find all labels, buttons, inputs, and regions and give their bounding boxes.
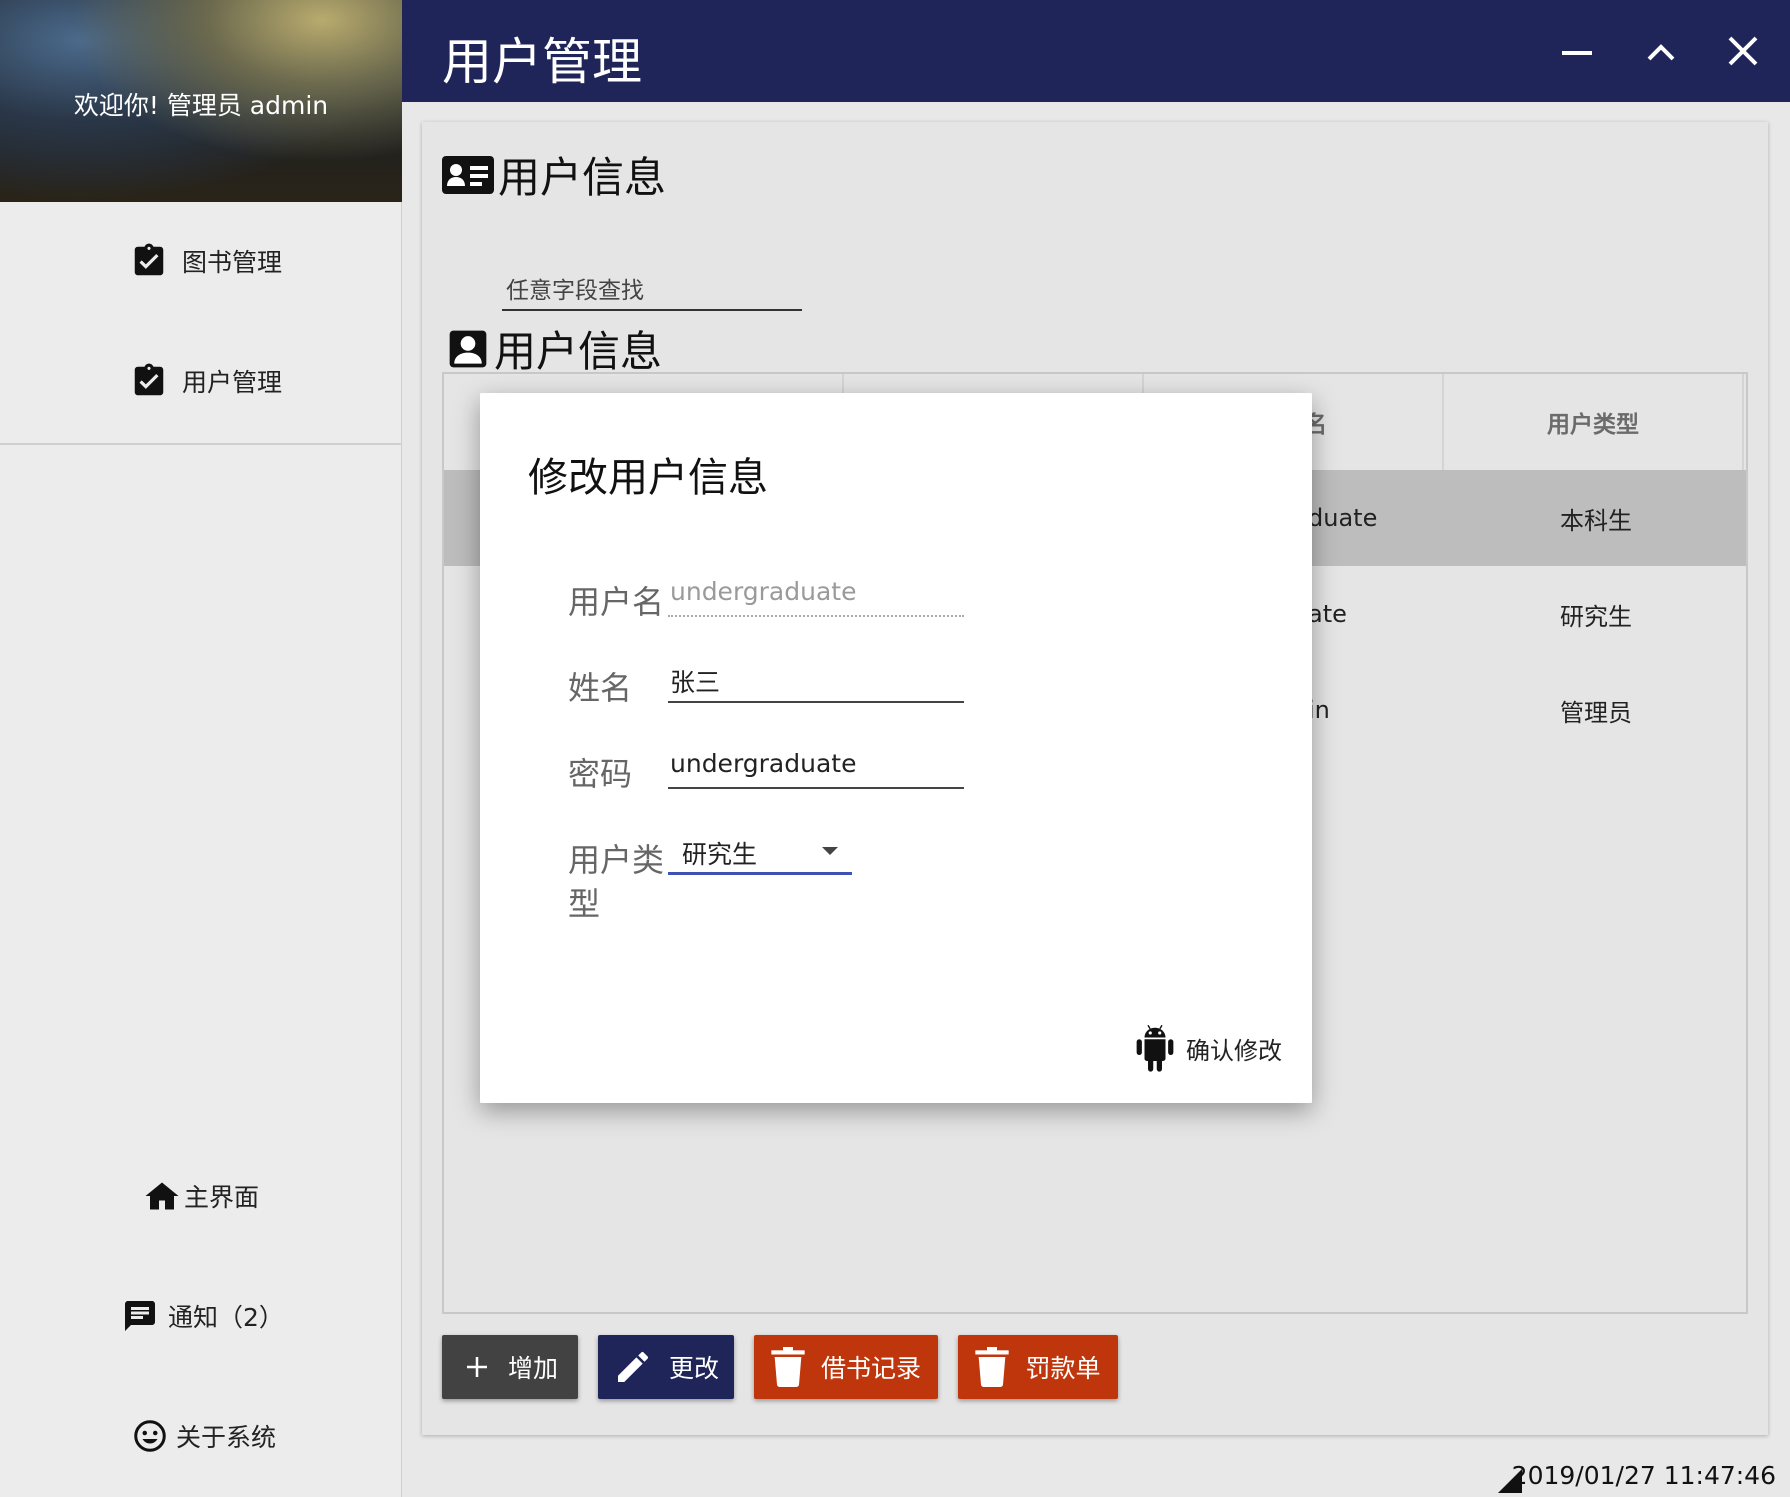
pencil-icon — [617, 1351, 648, 1382]
column-header-user-type[interactable]: 用户类型 — [1444, 374, 1744, 470]
edit-user-dialog: 修改用户信息 用户名 undergraduate 姓名 张三 密码 underg… — [480, 393, 1312, 1103]
close-button[interactable] — [1716, 24, 1770, 78]
confirm-edit-button[interactable]: 确认修改 — [1134, 1023, 1282, 1073]
sidebar-item-home[interactable]: 主界面 — [144, 1178, 259, 1214]
cell-name: ate — [1308, 600, 1347, 628]
minimize-button[interactable] — [1550, 24, 1604, 78]
add-button[interactable]: 增加 — [442, 1335, 578, 1399]
name-label: 姓名 — [568, 669, 633, 707]
edit-button[interactable]: 更改 — [598, 1335, 734, 1399]
search-input[interactable]: 任意字段查找 — [502, 267, 802, 311]
sidebar-item-book-management[interactable]: 图书管理 — [130, 242, 282, 280]
fines-label: 罚款单 — [1025, 1354, 1101, 1383]
add-button-label: 增加 — [507, 1354, 558, 1383]
status-bar: 2019/01/27 11:47:46 — [402, 1457, 1790, 1497]
sidebar-item-label: 用户管理 — [182, 368, 283, 397]
sidebar: 欢迎你! 管理员 admin 图书管理 用户管理 主界面 通知（2） 关于系统 — [0, 0, 402, 1497]
minimize-icon — [1562, 51, 1592, 55]
user-type-select[interactable]: 研究生 — [668, 829, 852, 875]
account-box-icon — [449, 330, 487, 367]
title-bar: 用户管理 — [402, 0, 1790, 102]
sidebar-item-user-management[interactable]: 用户管理 — [130, 362, 282, 400]
clipboard-check-icon — [130, 362, 168, 400]
cell-user-type: 管理员 — [1560, 698, 1632, 727]
sidebar-divider — [0, 443, 402, 445]
trash-icon — [975, 1347, 1010, 1387]
sidebar-item-label: 图书管理 — [182, 248, 283, 277]
table-title-text: 用户信息 — [494, 327, 663, 376]
id-card-icon — [442, 155, 494, 194]
name-field[interactable]: 张三 — [668, 657, 964, 703]
password-field[interactable]: undergraduate — [668, 743, 964, 789]
user-type-label: 用户类 — [568, 841, 665, 879]
page-title: 用户管理 — [442, 33, 642, 91]
welcome-text: 欢迎你! 管理员 admin — [73, 91, 329, 120]
android-icon — [1136, 1024, 1174, 1072]
username-field: undergraduate — [668, 571, 964, 617]
sidebar-item-label: 通知（2） — [168, 1303, 284, 1332]
profile-banner: 欢迎你! 管理员 admin — [0, 0, 402, 202]
sidebar-item-about[interactable]: 关于系统 — [132, 1418, 276, 1454]
confirm-edit-label: 确认修改 — [1186, 1036, 1282, 1065]
borrow-records-label: 借书记录 — [820, 1354, 921, 1383]
datetime: 2019/01/27 11:47:46 — [1511, 1461, 1776, 1490]
clipboard-check-icon — [130, 242, 168, 280]
dropdown-caret-icon — [822, 847, 838, 855]
user-type-value: 研究生 — [682, 840, 758, 869]
cell-user-type: 本科生 — [1560, 506, 1632, 535]
sidebar-item-label: 主界面 — [184, 1183, 260, 1212]
section-title-text: 用户信息 — [498, 153, 667, 202]
password-label: 密码 — [568, 755, 633, 793]
chevron-up-icon — [1647, 44, 1675, 61]
sidebar-item-notifications[interactable]: 通知（2） — [122, 1298, 284, 1334]
user-type-label-wrap: 型 — [568, 885, 601, 923]
message-icon — [122, 1298, 158, 1334]
home-icon — [144, 1178, 180, 1214]
dialog-title: 修改用户信息 — [528, 455, 768, 501]
cell-user-type: 研究生 — [1560, 602, 1632, 631]
section-title: 用户信息 — [442, 144, 666, 205]
plus-icon — [466, 1357, 487, 1377]
maximize-button[interactable] — [1634, 24, 1688, 78]
trash-icon — [771, 1347, 805, 1387]
close-icon — [1728, 36, 1758, 66]
sidebar-item-label: 关于系统 — [176, 1423, 277, 1452]
borrow-records-button[interactable]: 借书记录 — [754, 1335, 938, 1399]
fines-button[interactable]: 罚款单 — [958, 1335, 1118, 1399]
table-title: 用户信息 — [446, 318, 662, 379]
smile-icon — [132, 1418, 168, 1454]
cell-name: duate — [1308, 504, 1378, 532]
edit-button-label: 更改 — [668, 1354, 719, 1383]
username-label: 用户名 — [568, 583, 665, 621]
